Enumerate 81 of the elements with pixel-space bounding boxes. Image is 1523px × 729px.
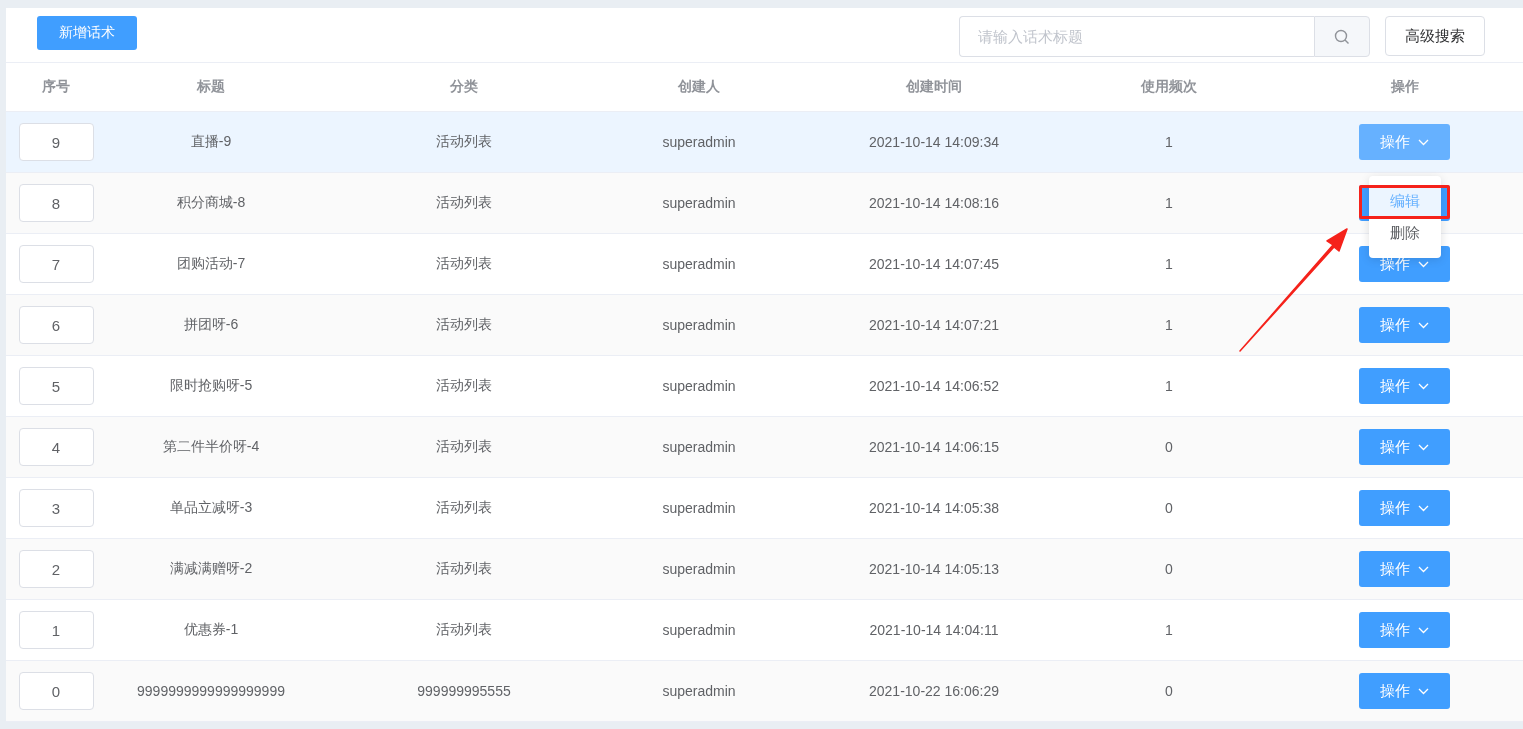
order-input[interactable]: 1 (18, 611, 94, 649)
table-cell: 0 (1165, 439, 1173, 455)
table-cell: superadmin (662, 256, 736, 272)
table-cell: 限时抢购呀-5 (169, 377, 253, 395)
table-cell: superadmin (662, 439, 736, 455)
table-cell: 活动列表 (436, 194, 492, 212)
table-cell: 积分商城-8 (176, 194, 246, 212)
table-cell: 活动列表 (436, 255, 492, 273)
table-cell: 2021-10-14 14:07:45 (869, 256, 999, 272)
table-cell: superadmin (662, 195, 736, 211)
table-cell: 0 (1165, 683, 1173, 699)
table-cell: 1 (1165, 134, 1173, 150)
table-cell: 2021-10-14 14:09:34 (869, 134, 999, 150)
table-cell: 活动列表 (436, 560, 492, 578)
table-cell: 单品立减呀-3 (169, 499, 253, 517)
search-button[interactable] (1314, 16, 1370, 57)
order-input[interactable]: 9 (18, 123, 94, 161)
table-cell: 拼团呀-6 (183, 316, 239, 334)
advanced-search-button[interactable]: 高级搜索 (1385, 16, 1485, 56)
table-cell: 团购活动-7 (176, 255, 246, 273)
table-cell: superadmin (662, 561, 736, 577)
table-cell: 活动列表 (436, 438, 492, 456)
table-cell: 0 (1165, 500, 1173, 516)
column-header: 操作 (1390, 78, 1419, 96)
column-header: 分类 (450, 78, 478, 96)
chevron-down-icon (1418, 260, 1429, 268)
order-input[interactable]: 0 (18, 672, 94, 710)
table-cell: 活动列表 (436, 377, 492, 395)
table-cell: superadmin (662, 378, 736, 394)
column-header: 创建时间 (906, 78, 962, 96)
search-field[interactable]: 请输入话术标题 (959, 16, 1314, 57)
chevron-down-icon (1418, 504, 1429, 512)
table-cell: 活动列表 (436, 499, 492, 517)
order-input[interactable]: 7 (18, 245, 94, 283)
table-cell: 2021-10-14 14:06:15 (869, 439, 999, 455)
order-input[interactable]: 2 (18, 550, 94, 588)
table-cell: 1 (1165, 622, 1173, 638)
chevron-down-icon (1418, 565, 1429, 573)
table-cell: superadmin (662, 622, 736, 638)
table-cell: 优惠券-1 (183, 621, 239, 639)
table-cell: 2021-10-14 14:04:11 (869, 622, 999, 638)
column-header: 使用频次 (1141, 78, 1197, 96)
table-cell: superadmin (662, 683, 736, 699)
table-cell: superadmin (662, 500, 736, 516)
chevron-down-icon (1418, 443, 1429, 451)
table-cell: 2021-10-14 14:05:38 (869, 500, 999, 516)
table-cell: superadmin (662, 134, 736, 150)
column-header: 标题 (197, 78, 225, 96)
column-header: 创建人 (678, 78, 720, 96)
table-cell: 第二件半价呀-4 (162, 438, 260, 456)
chevron-down-icon (1418, 687, 1429, 695)
table-cell: 1 (1165, 256, 1173, 272)
table-cell: 2021-10-14 14:06:52 (869, 378, 999, 394)
table-cell: 0 (1165, 561, 1173, 577)
search-icon (1334, 28, 1350, 45)
table-cell: 2021-10-14 14:05:13 (869, 561, 999, 577)
chevron-down-icon (1418, 321, 1429, 329)
order-input[interactable]: 8 (18, 184, 94, 222)
table-cell: superadmin (662, 317, 736, 333)
table-cell: 2021-10-14 14:08:16 (869, 195, 999, 211)
order-input[interactable]: 3 (18, 489, 94, 527)
table-cell: 直播-9 (190, 133, 232, 151)
table-cell: 活动列表 (436, 621, 492, 639)
table-cell: 活动列表 (436, 316, 492, 334)
chevron-down-icon (1418, 382, 1429, 390)
order-input[interactable]: 6 (18, 306, 94, 344)
chevron-down-icon (1418, 626, 1429, 634)
table-cell: 2021-10-22 16:06:29 (869, 683, 999, 699)
order-input[interactable]: 4 (18, 428, 94, 466)
table-cell: 1 (1165, 195, 1173, 211)
table-cell: 1 (1165, 317, 1173, 333)
table-cell: 1 (1165, 378, 1173, 394)
chevron-down-icon (1418, 138, 1429, 146)
menu-item[interactable]: 删除 (1368, 217, 1441, 249)
column-header: 序号 (42, 78, 70, 96)
table-cell: 满减满赠呀-2 (169, 560, 253, 578)
table-cell: 999999995555 (417, 683, 511, 699)
order-input[interactable]: 5 (18, 367, 94, 405)
table-cell: 9999999999999999999 (137, 683, 285, 699)
table-cell: 2021-10-14 14:07:21 (869, 317, 999, 333)
table-cell: 活动列表 (436, 133, 492, 151)
